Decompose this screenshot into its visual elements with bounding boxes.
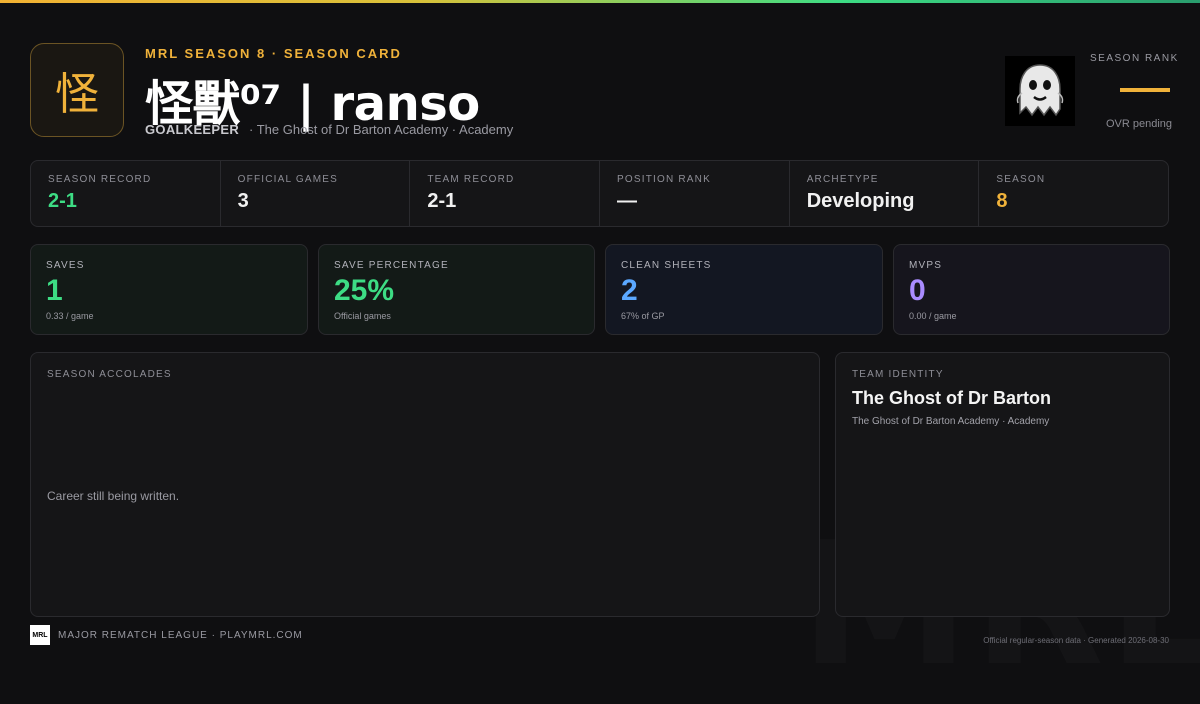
season-accolades-panel: SEASON ACCOLADES Career still being writ… <box>30 352 820 617</box>
season-card-eyebrow: MRL SEASON 8 · SEASON CARD <box>145 46 402 61</box>
record-cell-position-rank: POSITION RANK — <box>600 161 790 226</box>
record-label: ARCHETYPE <box>806 174 879 185</box>
stat-label: SAVES <box>46 260 85 271</box>
record-label: SEASON RECORD <box>48 174 152 185</box>
team-sub: The Ghost of Dr Barton Academy · Academy <box>852 416 1050 427</box>
stat-label: SAVE PERCENTAGE <box>334 260 449 271</box>
stat-value: 1 <box>46 274 63 307</box>
footer-note: Official regular-season data · Generated… <box>983 636 1169 645</box>
record-cell-official-games: OFFICIAL GAMES 3 <box>221 161 411 226</box>
emblem-glyph: 怪 <box>55 69 99 120</box>
record-value: Developing <box>806 190 915 212</box>
record-label: TEAM RECORD <box>427 174 515 185</box>
stat-value: 0 <box>909 274 926 307</box>
record-label: SEASON <box>996 174 1046 185</box>
player-emblem: 怪 <box>30 43 124 137</box>
footer-brand: MAJOR REMATCH LEAGUE · PLAYMRL.COM <box>58 630 303 641</box>
accolades-label: SEASON ACCOLADES <box>47 369 172 380</box>
record-cell-archetype: ARCHETYPE Developing <box>790 161 980 226</box>
accolades-empty-text: Career still being written. <box>47 489 180 503</box>
mrl-logo: MRL <box>30 625 50 645</box>
record-cell-team-record: TEAM RECORD 2-1 <box>410 161 601 226</box>
ovr-note: OVR pending <box>1106 118 1173 130</box>
record-label: OFFICIAL GAMES <box>237 174 339 185</box>
stat-sub: Official games <box>334 311 391 321</box>
season-rank-dash <box>1120 88 1170 92</box>
team-identity-label: TEAM IDENTITY <box>852 369 944 380</box>
player-position: GOALKEEPER <box>145 122 240 137</box>
record-value: 8 <box>996 190 1008 212</box>
stat-sub: 0.00 / game <box>909 311 957 321</box>
record-cell-season: SEASON 8 <box>979 161 1168 226</box>
record-label: POSITION RANK <box>617 174 711 185</box>
player-subline: GOALKEEPER · The Ghost of Dr Barton Acade… <box>145 122 513 137</box>
record-value: 2-1 <box>48 190 77 212</box>
record-value: 3 <box>237 190 249 212</box>
accent-bar <box>0 0 1200 3</box>
ghost-avatar-icon <box>1005 56 1075 126</box>
stat-sub: 67% of GP <box>621 311 665 321</box>
team-identity-panel: TEAM IDENTITY The Ghost of Dr Barton The… <box>835 352 1170 617</box>
record-value: 2-1 <box>427 190 457 212</box>
stat-label: CLEAN SHEETS <box>621 260 712 271</box>
record-cell-season-record: SEASON RECORD 2-1 <box>31 161 221 226</box>
stat-sub: 0.33 / game <box>46 311 94 321</box>
stat-value: 2 <box>621 274 638 307</box>
stat-card-save-percentage: SAVE PERCENTAGE 25% Official games <box>318 244 595 335</box>
team-name: The Ghost of Dr Barton <box>852 388 1051 408</box>
season-rank-label: SEASON RANK <box>1090 53 1179 64</box>
player-team-line: · The Ghost of Dr Barton Academy · Acade… <box>249 122 514 137</box>
stat-label: MVPS <box>909 260 943 271</box>
stat-card-mvps: MVPS 0 0.00 / game <box>893 244 1170 335</box>
stat-card-clean-sheets: CLEAN SHEETS 2 67% of GP <box>605 244 883 335</box>
record-strip: SEASON RECORD 2-1 OFFICIAL GAMES 3 TEAM … <box>30 160 1169 227</box>
stat-value: 25% <box>334 274 395 307</box>
stat-card-saves: SAVES 1 0.33 / game <box>30 244 308 335</box>
record-value: — <box>617 190 638 212</box>
